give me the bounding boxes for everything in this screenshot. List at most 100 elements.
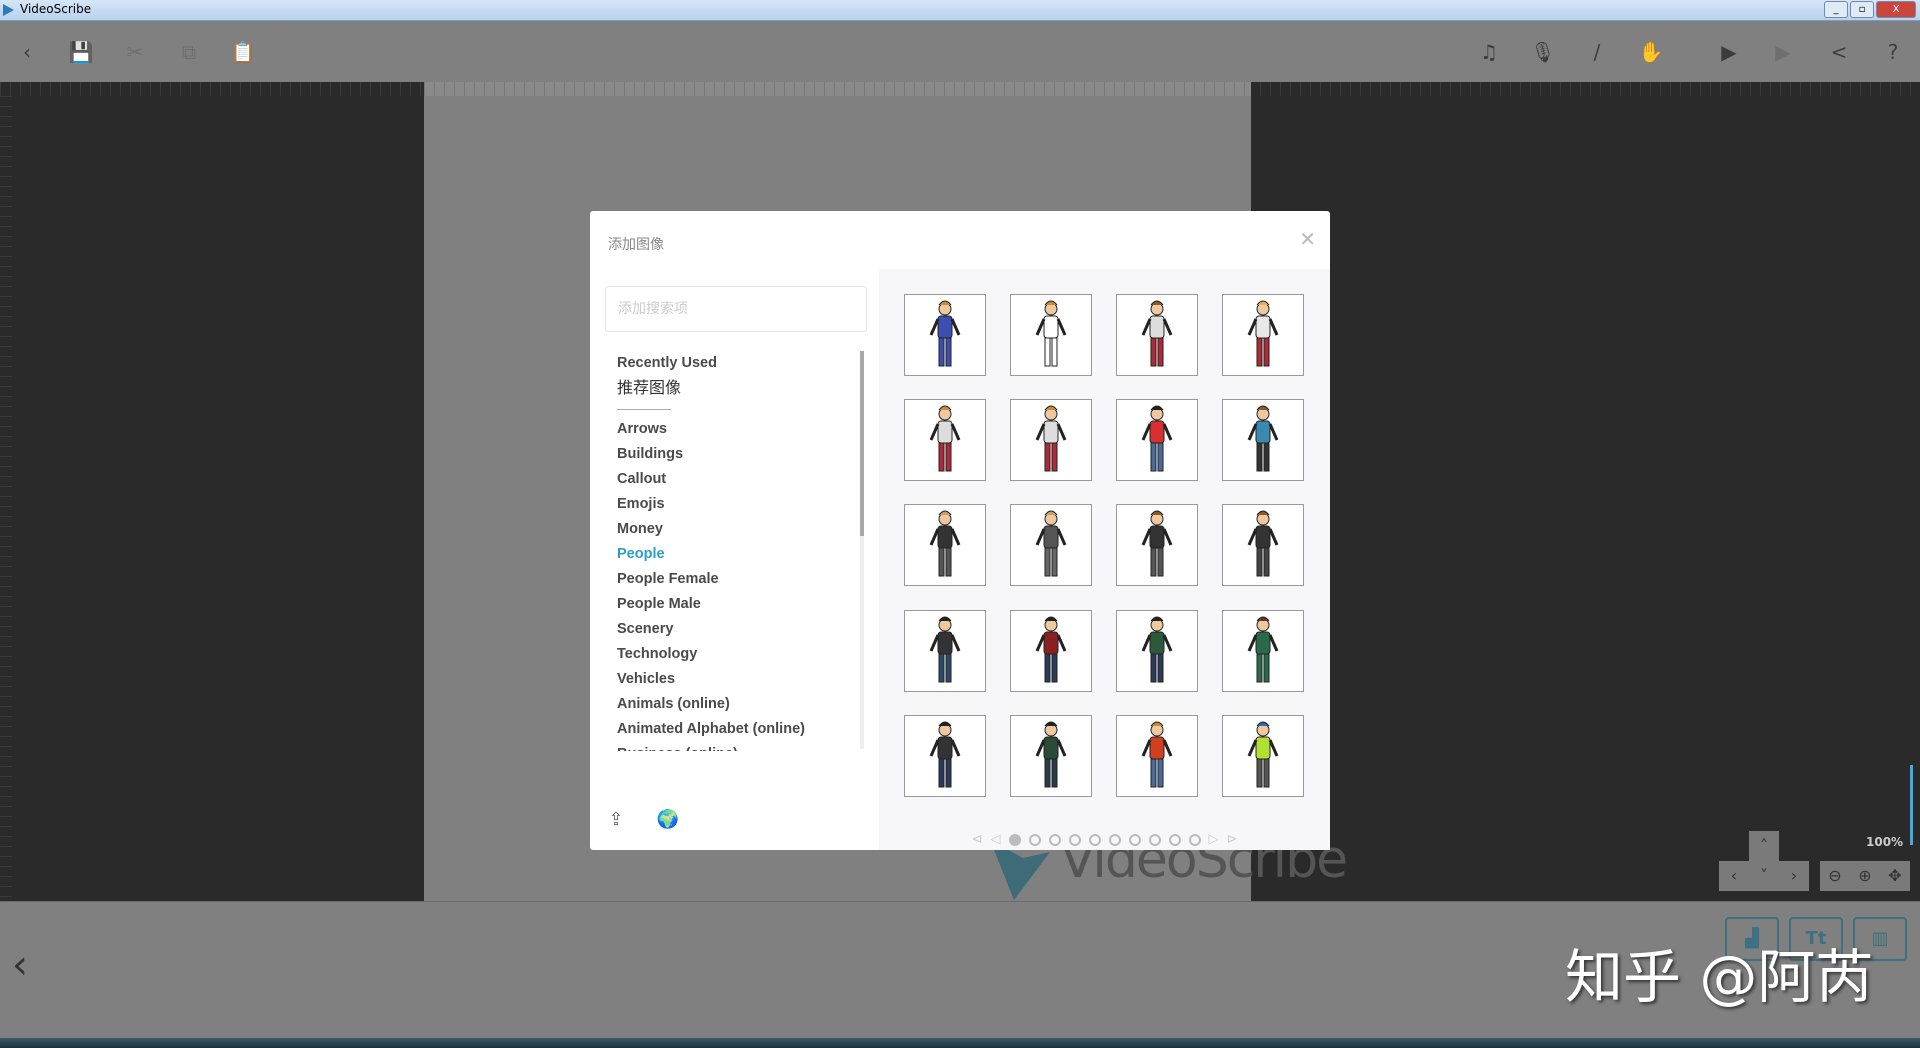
fit-screen-icon[interactable]: ✥ bbox=[1880, 861, 1910, 891]
category-item[interactable]: Animated Alphabet (online) bbox=[617, 717, 857, 742]
image-thumbnail[interactable] bbox=[1116, 399, 1198, 481]
person-illustration-icon bbox=[929, 510, 961, 577]
page-dot[interactable] bbox=[1028, 833, 1041, 846]
image-thumbnail[interactable] bbox=[1010, 294, 1092, 376]
image-thumbnail[interactable] bbox=[1010, 504, 1092, 586]
play-icon[interactable]: ▶ bbox=[1770, 39, 1796, 65]
category-item[interactable]: Money bbox=[617, 517, 857, 542]
category-item[interactable]: Animals (online) bbox=[617, 692, 857, 717]
image-thumbnail[interactable] bbox=[904, 715, 986, 797]
image-thumbnail[interactable] bbox=[1116, 294, 1198, 376]
windows-taskbar bbox=[0, 1038, 1920, 1048]
title-bar: VideoScribe _ ▫ X bbox=[0, 0, 1920, 21]
category-separator bbox=[617, 409, 671, 410]
category-item[interactable]: Technology bbox=[617, 642, 857, 667]
image-thumbnail[interactable] bbox=[1010, 715, 1092, 797]
zoom-in-icon[interactable]: ⊕ bbox=[1850, 861, 1880, 891]
help-icon[interactable]: ? bbox=[1880, 39, 1906, 65]
image-thumbnail[interactable] bbox=[904, 294, 986, 376]
close-dialog-icon[interactable]: ✕ bbox=[1299, 227, 1316, 251]
main-toolbar: ‹ 💾 ✂ ⧉ 📋 ♫ 🎙 / ✋ ▶ ▶ <? bbox=[0, 21, 1920, 82]
prev-page-icon[interactable]: ◁ bbox=[991, 832, 1001, 847]
image-thumbnail[interactable] bbox=[904, 399, 986, 481]
person-illustration-icon bbox=[1247, 721, 1279, 788]
page-dot[interactable] bbox=[1048, 833, 1061, 846]
person-illustration-icon bbox=[1247, 300, 1279, 367]
music-icon[interactable]: ♫ bbox=[1476, 39, 1502, 65]
image-thumbnail[interactable] bbox=[1222, 610, 1304, 692]
minimize-button[interactable]: _ bbox=[1824, 1, 1848, 18]
person-illustration-icon bbox=[1141, 300, 1173, 367]
page-dot[interactable] bbox=[1148, 833, 1161, 846]
category-item[interactable]: People Male bbox=[617, 592, 857, 617]
image-grid: ⊲ ◁ ▷ ⊳ bbox=[879, 269, 1330, 850]
back-icon[interactable]: ‹ bbox=[14, 39, 40, 65]
close-window-button[interactable]: X bbox=[1876, 1, 1916, 18]
vertical-ruler bbox=[0, 96, 12, 901]
zoom-level: 100% bbox=[1866, 835, 1904, 849]
image-thumbnail[interactable] bbox=[1116, 715, 1198, 797]
category-item[interactable]: Emojis bbox=[617, 492, 857, 517]
zoom-slider[interactable] bbox=[1910, 765, 1913, 845]
first-page-icon[interactable]: ⊲ bbox=[972, 832, 983, 847]
category-item[interactable]: People Female bbox=[617, 567, 857, 592]
category-item[interactable]: Callout bbox=[617, 467, 857, 492]
upload-icon[interactable]: ⇪ bbox=[604, 808, 628, 832]
timeline-prev-icon[interactable]: ‹ bbox=[12, 942, 28, 988]
person-illustration-icon bbox=[1035, 300, 1067, 367]
pan-left-button[interactable]: ‹ bbox=[1719, 861, 1749, 891]
person-illustration-icon bbox=[1247, 616, 1279, 683]
image-thumbnail[interactable] bbox=[904, 610, 986, 692]
image-thumbnail[interactable] bbox=[1116, 610, 1198, 692]
category-item[interactable]: Arrows bbox=[617, 417, 857, 442]
globe-icon[interactable]: 🌍 bbox=[656, 808, 680, 832]
image-thumbnail[interactable] bbox=[1116, 504, 1198, 586]
person-illustration-icon bbox=[929, 721, 961, 788]
category-item[interactable]: People bbox=[617, 542, 857, 567]
image-thumbnail[interactable] bbox=[1222, 504, 1304, 586]
app-title: VideoScribe bbox=[20, 2, 92, 16]
page-dot[interactable] bbox=[1068, 833, 1081, 846]
page-dot[interactable] bbox=[1008, 833, 1021, 846]
person-illustration-icon bbox=[1141, 616, 1173, 683]
image-thumbnail[interactable] bbox=[1010, 610, 1092, 692]
maximize-button[interactable]: ▫ bbox=[1850, 1, 1874, 18]
category-item[interactable]: Vehicles bbox=[617, 667, 857, 692]
play-from-icon[interactable]: ▶ bbox=[1716, 39, 1742, 65]
page-dot[interactable] bbox=[1128, 833, 1141, 846]
page-dot[interactable] bbox=[1168, 833, 1181, 846]
category-item[interactable]: Scenery bbox=[617, 617, 857, 642]
page-dot[interactable] bbox=[1188, 833, 1201, 846]
pan-down-button[interactable]: ˅ bbox=[1749, 861, 1779, 891]
search-input[interactable] bbox=[605, 286, 867, 332]
microphone-icon[interactable]: 🎙 bbox=[1530, 39, 1556, 65]
cut-icon[interactable]: ✂ bbox=[122, 39, 148, 65]
next-page-icon[interactable]: ▷ bbox=[1209, 832, 1219, 847]
image-thumbnail[interactable] bbox=[1222, 715, 1304, 797]
brush-icon[interactable]: / bbox=[1584, 39, 1610, 65]
paste-icon[interactable]: 📋 bbox=[230, 39, 256, 65]
person-illustration-icon bbox=[929, 405, 961, 472]
category-item[interactable]: 推荐图像 bbox=[617, 376, 857, 401]
share-icon[interactable]: < bbox=[1826, 39, 1852, 65]
category-item[interactable]: Recently Used bbox=[617, 351, 857, 376]
zoom-out-icon[interactable]: ⊖ bbox=[1820, 861, 1850, 891]
page-dot[interactable] bbox=[1088, 833, 1101, 846]
page-dot[interactable] bbox=[1108, 833, 1121, 846]
image-thumbnail[interactable] bbox=[1222, 399, 1304, 481]
image-thumbnail[interactable] bbox=[904, 504, 986, 586]
category-item[interactable]: Buildings bbox=[617, 442, 857, 467]
save-icon[interactable]: 💾 bbox=[68, 39, 94, 65]
image-thumbnail[interactable] bbox=[1222, 294, 1304, 376]
copy-icon[interactable]: ⧉ bbox=[176, 39, 202, 65]
pan-up-button[interactable]: ˄ bbox=[1749, 831, 1779, 861]
category-scrollbar[interactable] bbox=[860, 351, 864, 749]
image-thumbnail[interactable] bbox=[1010, 399, 1092, 481]
hand-icon[interactable]: ✋ bbox=[1638, 39, 1664, 65]
dialog-title: 添加图像 bbox=[608, 237, 664, 253]
category-item[interactable]: Business (online) bbox=[617, 742, 857, 751]
pan-right-button[interactable]: › bbox=[1779, 861, 1809, 891]
person-illustration-icon bbox=[1035, 510, 1067, 577]
watermark-text: 知乎 @阿芮 bbox=[1565, 943, 1874, 1011]
last-page-icon[interactable]: ⊳ bbox=[1227, 832, 1238, 847]
